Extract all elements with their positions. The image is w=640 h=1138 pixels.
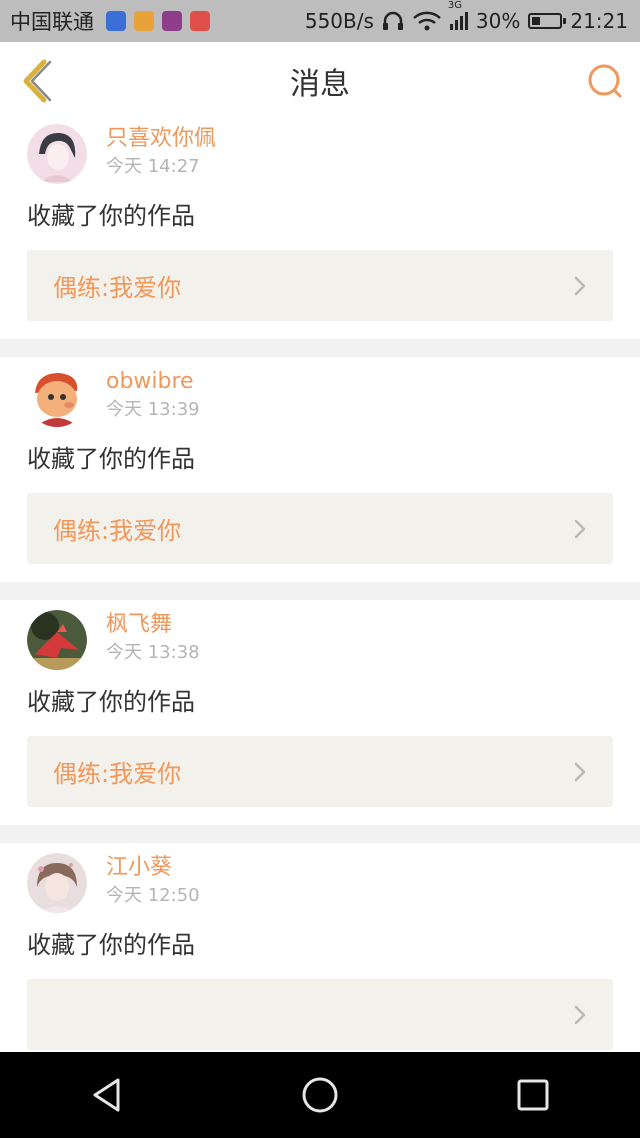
avatar[interactable]	[27, 610, 87, 670]
top-nav-bar: 消息	[0, 42, 640, 121]
nav-home-button[interactable]	[290, 1065, 350, 1125]
cellular-signal-icon: 3G	[448, 0, 468, 30]
work-title: 偶练:我爱你	[53, 760, 182, 788]
network-type-label: 3G	[447, 0, 463, 11]
message-card: 枫飞舞 今天 13:38 收藏了你的作品 偶练:我爱你	[0, 600, 640, 825]
status-bar: 中国联通 550B/s 3G 30% 21:21	[0, 0, 640, 42]
action-text: 收藏了你的作品	[27, 931, 195, 959]
page-title: 消息	[290, 67, 350, 102]
search-icon[interactable]	[586, 62, 624, 100]
headphones-icon	[382, 11, 403, 30]
music-app-icon	[162, 11, 182, 31]
timestamp: 今天 14:27	[106, 156, 200, 177]
battery-icon	[528, 13, 567, 29]
timestamp: 今天 13:38	[106, 642, 200, 663]
network-speed: 550B/s	[304, 9, 374, 33]
back-arrow-icon[interactable]	[18, 58, 58, 104]
message-card: 江小葵 今天 12:50 收藏了你的作品	[0, 843, 640, 1052]
game-app-icon	[134, 11, 154, 31]
work-link[interactable]: 偶练:我爱你	[27, 736, 613, 807]
message-card: obwibre 今天 13:39 收藏了你的作品 偶练:我爱你	[0, 357, 640, 582]
message-list[interactable]: 只喜欢你佩 今天 14:27 收藏了你的作品 偶练:我爱你 obwibre 今天…	[0, 120, 640, 1052]
clock: 21:21	[570, 9, 628, 33]
username[interactable]: 江小葵	[106, 853, 200, 883]
work-title: 偶练:我爱你	[53, 274, 182, 302]
chevron-right-icon	[574, 276, 586, 295]
chevron-right-icon	[574, 762, 586, 781]
triangle-back-icon	[93, 1078, 120, 1112]
system-nav-bar	[0, 1052, 640, 1138]
wifi-icon	[413, 11, 441, 31]
avatar[interactable]	[27, 124, 87, 184]
work-link[interactable]	[27, 979, 613, 1050]
username[interactable]: 枫飞舞	[106, 610, 200, 640]
username[interactable]: 只喜欢你佩	[106, 124, 216, 154]
message-card: 只喜欢你佩 今天 14:27 收藏了你的作品 偶练:我爱你	[0, 120, 640, 339]
avatar[interactable]	[27, 853, 87, 913]
carrier-label: 中国联通	[10, 10, 94, 34]
work-link[interactable]: 偶练:我爱你	[27, 493, 613, 564]
chevron-right-icon	[574, 1005, 586, 1024]
action-text: 收藏了你的作品	[27, 202, 195, 230]
username[interactable]: obwibre	[106, 367, 200, 397]
chevron-right-icon	[574, 519, 586, 538]
avatar[interactable]	[27, 367, 87, 427]
work-title: 偶练:我爱你	[53, 517, 182, 545]
battery-percent: 30%	[475, 9, 521, 33]
shield-app-icon	[106, 11, 126, 31]
circle-home-icon	[302, 1077, 338, 1113]
action-text: 收藏了你的作品	[27, 688, 195, 716]
tool-app-icon	[190, 11, 210, 31]
square-recents-icon	[517, 1079, 549, 1111]
timestamp: 今天 12:50	[106, 885, 200, 906]
nav-recents-button[interactable]	[503, 1065, 563, 1125]
nav-back-button[interactable]	[77, 1065, 137, 1125]
work-link[interactable]: 偶练:我爱你	[27, 250, 613, 321]
timestamp: 今天 13:39	[106, 399, 200, 420]
action-text: 收藏了你的作品	[27, 445, 195, 473]
